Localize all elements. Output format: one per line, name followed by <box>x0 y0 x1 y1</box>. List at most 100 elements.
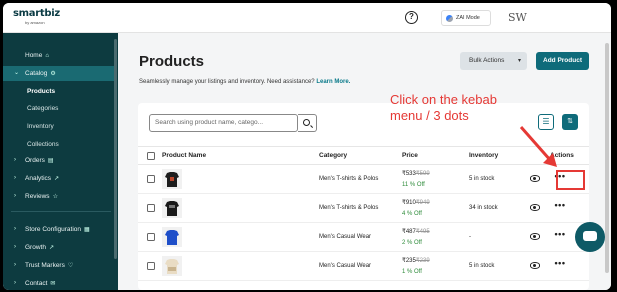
sort-icon: ⇅ <box>567 118 573 125</box>
help-icon[interactable]: ? <box>405 11 418 24</box>
col-inventory[interactable]: Inventory <box>469 147 498 165</box>
kebab-menu-icon[interactable]: ••• <box>552 259 568 270</box>
add-product-button[interactable]: Add Product <box>536 52 589 70</box>
learn-more-link[interactable]: Learn More. <box>316 79 350 85</box>
chevron-right-icon: › <box>14 157 16 163</box>
annotation-arrow <box>519 126 557 167</box>
product-discount: 2 % Off <box>402 240 422 246</box>
zai-icon <box>446 15 453 22</box>
shield-icon: ♡ <box>67 263 74 269</box>
row-checkbox[interactable] <box>147 204 155 212</box>
subtitle-text: Seamlessly manage your listings and inve… <box>139 79 315 85</box>
top-bar: smartbiz by amazon ? ZAI Mode SW <box>3 3 611 33</box>
sidebar-item-trust-markers[interactable]: › Trust Markers ♡ <box>3 258 114 273</box>
chevron-right-icon: › <box>14 280 16 286</box>
row-checkbox[interactable] <box>147 175 155 183</box>
eye-icon[interactable] <box>530 204 540 211</box>
store-icon: ▦ <box>84 227 90 233</box>
sidebar-item-label: Contact <box>25 280 48 287</box>
chevron-right-icon: › <box>14 193 16 199</box>
sidebar-item-label: Products <box>27 88 56 95</box>
kebab-highlight-box <box>556 170 585 190</box>
product-price: ₹235₹239 <box>402 258 430 264</box>
row-checkbox[interactable] <box>147 262 155 270</box>
chevron-right-icon: › <box>14 226 16 232</box>
product-thumbnail[interactable] <box>162 256 182 276</box>
sidebar-item-store-configuration[interactable]: › Store Configuration ▦ <box>3 222 114 237</box>
store-brand-mark[interactable]: SW <box>508 11 527 24</box>
sidebar-item-label: Reviews <box>25 193 50 200</box>
chevron-right-icon: › <box>14 175 16 181</box>
search-button[interactable] <box>298 114 317 132</box>
sidebar-item-orders[interactable]: › Orders ▤ <box>3 153 114 168</box>
sidebar-item-products[interactable]: Products <box>3 84 114 99</box>
chevron-down-icon: ⌄ <box>14 70 20 76</box>
sidebar-item-label: Home <box>25 52 43 59</box>
sidebar-scrollbar[interactable] <box>114 39 117 259</box>
select-all-checkbox[interactable] <box>147 152 155 160</box>
bulk-actions-label: Bulk Actions <box>469 57 505 64</box>
bulk-actions-button[interactable]: Bulk Actions ▾ <box>460 52 527 70</box>
chevron-down-icon: ▾ <box>517 58 521 64</box>
contact-icon: ✉ <box>50 281 56 287</box>
product-category: Men's T-shirts & Polos <box>319 176 379 182</box>
sidebar-item-label: Trust Markers <box>25 262 65 269</box>
product-inventory: 5 in stock <box>469 176 495 182</box>
sidebar-item-label: Analytics <box>25 175 52 182</box>
product-thumbnail[interactable] <box>162 198 182 218</box>
sidebar-item-label: Catalog <box>25 70 48 77</box>
col-product-name[interactable]: Product Name <box>162 147 206 165</box>
product-price: ₹487₹495 <box>402 229 430 235</box>
product-category: Men's Casual Wear <box>319 263 372 269</box>
sidebar-item-label: Collections <box>27 141 59 148</box>
page-title: Products <box>139 53 205 70</box>
product-discount: 4 % Off <box>402 211 422 217</box>
growth-icon: ↗ <box>48 245 54 251</box>
product-price: ₹910₹949 <box>402 200 430 206</box>
chevron-right-icon: › <box>14 244 16 250</box>
sidebar-item-label: Orders <box>25 157 45 164</box>
eye-icon[interactable] <box>530 262 540 269</box>
annotation-line-1: Click on the kebab <box>390 92 497 107</box>
col-price[interactable]: Price <box>402 147 418 165</box>
eye-icon[interactable] <box>530 233 540 240</box>
eye-icon[interactable] <box>530 175 540 182</box>
sort-button[interactable]: ⇅ <box>562 114 578 130</box>
sidebar-item-analytics[interactable]: › Analytics ↗ <box>3 171 114 186</box>
app-window: smartbiz by amazon ? ZAI Mode SW Home ⌂ ⌄… <box>3 3 611 290</box>
sidebar-divider <box>11 211 111 212</box>
kebab-menu-icon[interactable]: ••• <box>552 201 568 212</box>
zai-mode-toggle[interactable]: ZAI Mode <box>441 10 491 26</box>
sidebar: Home ⌂ ⌄ Catalog ⚙ Products Categories Inv… <box>3 33 118 290</box>
product-inventory: - <box>469 234 471 240</box>
gear-icon: ⚙ <box>50 71 56 77</box>
col-category[interactable]: Category <box>319 147 347 165</box>
main-scrollbar[interactable] <box>605 43 609 273</box>
kebab-menu-icon[interactable]: ••• <box>552 230 568 241</box>
smartbiz-logo[interactable]: smartbiz <box>13 8 60 19</box>
row-checkbox[interactable] <box>147 233 155 241</box>
sidebar-item-collections[interactable]: Collections <box>3 137 114 152</box>
page-subtitle: Seamlessly manage your listings and inve… <box>139 79 350 85</box>
product-thumbnail[interactable] <box>162 227 182 247</box>
table-row[interactable]: Men's T-shirts & Polos ₹910₹949 4 % Off … <box>138 194 589 223</box>
sidebar-item-contact[interactable]: › Contact ✉ <box>3 276 114 290</box>
trend-icon: ↗ <box>54 176 60 182</box>
table-row[interactable]: Men's Casual Wear ₹235₹239 1 % Off 5 in … <box>138 252 589 281</box>
search-icon <box>303 119 310 126</box>
sidebar-item-reviews[interactable]: › Reviews ☆ <box>3 189 114 204</box>
product-thumbnail[interactable] <box>162 169 182 189</box>
sidebar-item-inventory[interactable]: Inventory <box>3 119 114 134</box>
sidebar-item-home[interactable]: Home ⌂ <box>3 48 114 63</box>
search-input[interactable]: Search using product name, catego... <box>149 114 298 132</box>
product-inventory: 34 in stock <box>469 205 498 211</box>
sidebar-item-catalog[interactable]: ⌄ Catalog ⚙ <box>3 66 114 81</box>
sidebar-item-growth[interactable]: › Growth ↗ <box>3 240 114 255</box>
home-icon: ⌂ <box>45 53 49 59</box>
sidebar-item-categories[interactable]: Categories <box>3 101 114 116</box>
product-discount: 1 % Off <box>402 269 422 275</box>
product-price: ₹533₹599 <box>402 171 430 177</box>
sidebar-item-label: Growth <box>25 244 46 251</box>
table-row[interactable]: Men's Casual Wear ₹487₹495 2 % Off - ••• <box>138 223 589 252</box>
chat-button[interactable] <box>575 222 605 252</box>
